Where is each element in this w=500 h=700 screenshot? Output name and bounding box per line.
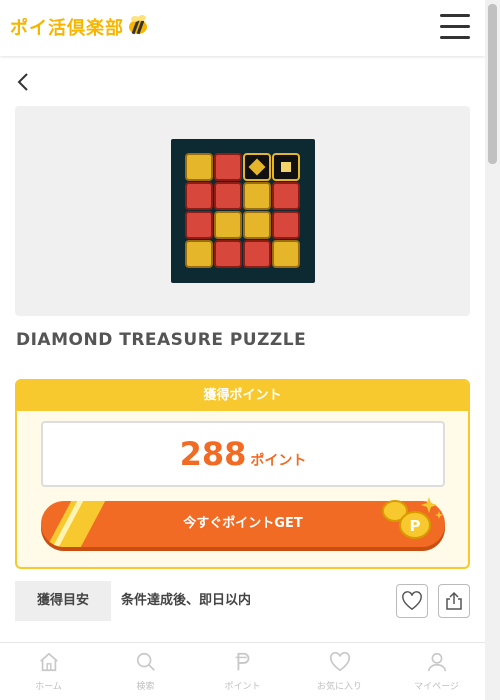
logo-text: ポイ活倶楽部 xyxy=(10,18,124,39)
logo[interactable]: ポイ活倶楽部 xyxy=(10,14,150,40)
points-card: 獲得ポイント 288 ポイント 今すぐポイントGET P xyxy=(15,379,470,569)
nav-home-label: ホーム xyxy=(35,682,62,692)
get-points-label: 今すぐポイントGET xyxy=(183,516,303,531)
nav-mypage-label: マイページ xyxy=(414,682,459,692)
heart-icon xyxy=(402,591,422,611)
nav-point-label: ポイント xyxy=(224,682,261,692)
home-icon xyxy=(39,652,58,672)
nav-search-label: 検索 xyxy=(136,682,155,692)
nav-favorites[interactable]: お気に入り xyxy=(291,643,388,700)
points-card-heading: 獲得ポイント xyxy=(17,381,468,411)
heart-icon xyxy=(329,651,350,672)
hamburger-menu-icon[interactable] xyxy=(440,14,476,42)
scrollbar-thumb[interactable] xyxy=(488,4,497,164)
share-button[interactable] xyxy=(438,584,470,618)
meta-text: 条件達成後、即日以内 xyxy=(121,593,252,608)
share-icon xyxy=(446,591,462,610)
svg-text:P: P xyxy=(410,517,421,535)
game-thumbnail[interactable] xyxy=(171,139,315,283)
nav-mypage[interactable]: マイページ xyxy=(388,643,485,700)
bee-icon xyxy=(126,14,150,40)
points-value: 288 xyxy=(179,435,247,473)
user-icon xyxy=(427,652,446,672)
coins-icon: P xyxy=(377,491,447,547)
offer-title: DIAMOND TREASURE PUZZLE xyxy=(16,330,307,350)
nav-favorites-label: お気に入り xyxy=(316,682,362,692)
p-point-icon xyxy=(235,652,249,671)
bottom-nav: ホーム 検索 ポイント お気に入り マイページ xyxy=(0,642,485,700)
points-display: 288 ポイント xyxy=(41,421,445,487)
search-icon xyxy=(136,652,155,671)
chevron-left-icon[interactable] xyxy=(12,70,36,94)
app-header: ポイ活倶楽部 xyxy=(0,0,485,56)
meta-tag: 獲得目安 xyxy=(15,581,111,621)
points-unit: ポイント xyxy=(250,453,307,469)
nav-home[interactable]: ホーム xyxy=(0,643,97,700)
favorite-button[interactable] xyxy=(396,584,428,618)
nav-point[interactable]: ポイント xyxy=(194,643,291,700)
nav-search[interactable]: 検索 xyxy=(97,643,194,700)
scrollbar[interactable] xyxy=(485,0,500,700)
offer-image-area xyxy=(15,106,470,316)
page: ポイ活倶楽部 DIAMOND TREASURE PUZZLE 獲得ポイント 28… xyxy=(0,0,485,700)
